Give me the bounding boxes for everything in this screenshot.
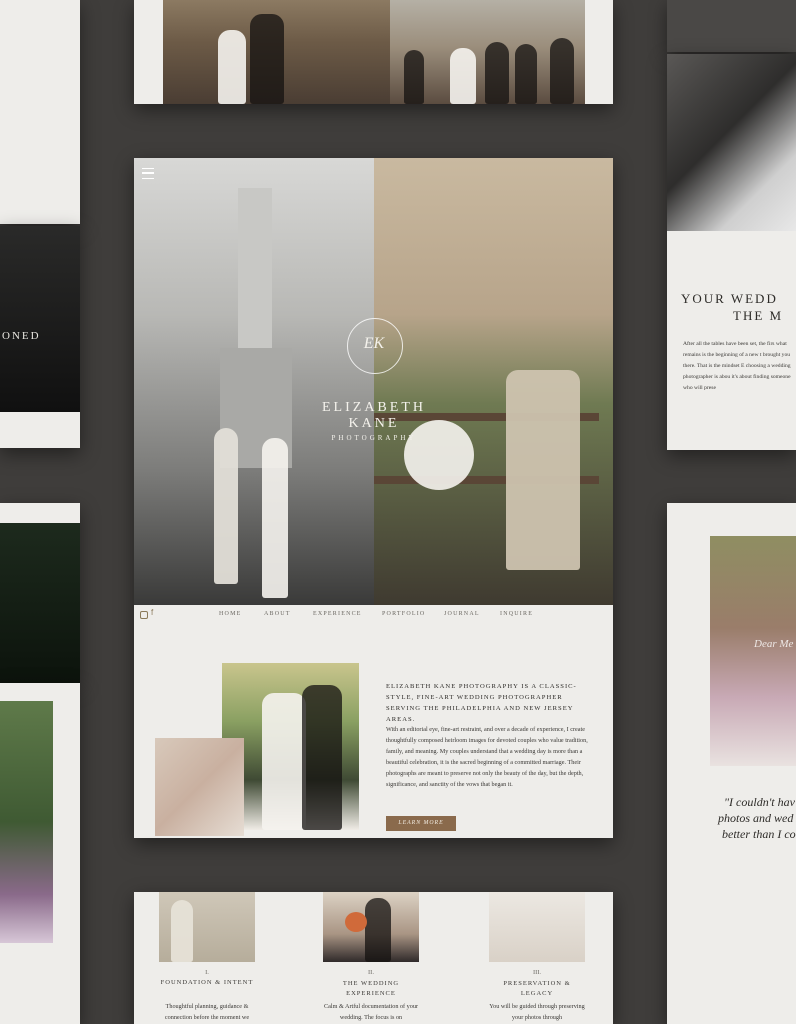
right-card-top [667, 0, 796, 52]
brand-name-line1: ELIZABETH [322, 400, 426, 415]
about-heading: ELIZABETH KANE PHOTOGRAPHY IS A CLASSIC-… [386, 683, 577, 723]
about-body: With an editorial eye, fine-art restrain… [386, 726, 588, 788]
veil-detail-photo [155, 738, 244, 836]
exp1-num: I. [205, 969, 209, 976]
exp2-text: Calm & Artful documentation of your wedd… [324, 1003, 418, 1021]
experience-card: I. FOUNDATION & INTENT Thoughtful planni… [134, 892, 613, 1024]
monogram: EK [363, 335, 385, 352]
nav-inquire[interactable]: INQUIRE [500, 611, 533, 617]
left-card-top [0, 0, 80, 224]
wedding-party-photo-2 [390, 0, 585, 104]
nav-about[interactable]: ABOUT [264, 611, 291, 617]
facebook-icon[interactable]: f [151, 608, 153, 617]
learn-more-button[interactable]: LEARN MORE [386, 816, 456, 831]
nav-portfolio[interactable]: PORTFOLIO [382, 611, 425, 617]
right-heading-line2: THE M [733, 308, 784, 323]
hamburger-icon[interactable] [142, 168, 154, 179]
right-card-article: YOUR WEDD THE M After all the tables hav… [667, 54, 796, 450]
dark-couple-photo: ONED [0, 226, 80, 412]
experience-photo-3 [489, 892, 585, 962]
nav-home[interactable]: HOME [219, 611, 241, 617]
exp2-num: II. [368, 969, 374, 976]
left-card-garden [0, 683, 80, 1024]
top-gallery-card [134, 0, 613, 104]
exp2-title: THE WEDDING EXPERIENCE [342, 980, 400, 997]
nav-bar: f [134, 605, 613, 625]
experience-photo-2 [323, 892, 419, 962]
exp1-title: FOUNDATION & INTENT [160, 979, 254, 986]
green-photo [0, 523, 80, 683]
brand-name-line2: KANE [348, 416, 400, 431]
embrace-photo [667, 54, 796, 231]
flower-script-text: Dear Me [754, 638, 794, 650]
nav-journal[interactable]: JOURNAL [444, 611, 480, 617]
wedding-party-photo-1 [163, 0, 391, 104]
experience-photo-1 [159, 892, 255, 962]
homepage-card: EK ELIZABETH KANE PHOTOGRAPHY f HOME ABO… [134, 158, 613, 838]
garden-photo [0, 701, 53, 943]
left-card-dark: ONED [0, 226, 80, 448]
bouquet-photo: Dear Me [710, 536, 796, 766]
left-partial-word: ONED [2, 330, 41, 342]
exp1-text: Thoughtful planning, guidance & connecti… [164, 1003, 250, 1021]
right-heading-line1: YOUR WEDD [681, 291, 778, 306]
testimonial-line1: "I couldn't hav [724, 795, 795, 809]
right-card-testimonial: Dear Me "I couldn't hav photos and wed b… [667, 503, 796, 1024]
nav-experience[interactable]: EXPERIENCE [313, 611, 362, 617]
brand-logo[interactable]: EK ELIZABETH KANE PHOTOGRAPHY [284, 318, 464, 448]
instagram-icon[interactable] [140, 611, 148, 619]
exp3-num: III. [532, 969, 542, 976]
testimonial-line3: better than I co [722, 827, 796, 841]
exp3-title: PRESERVATION & LEGACY [503, 980, 571, 997]
testimonial-line2: photos and wed [718, 811, 794, 825]
right-article-text: After all the tables have been set, the … [683, 341, 791, 391]
brand-name-line3: PHOTOGRAPHY [331, 434, 417, 442]
left-card-green [0, 503, 80, 683]
exp3-text: You will be guided through preserving yo… [489, 1003, 585, 1021]
